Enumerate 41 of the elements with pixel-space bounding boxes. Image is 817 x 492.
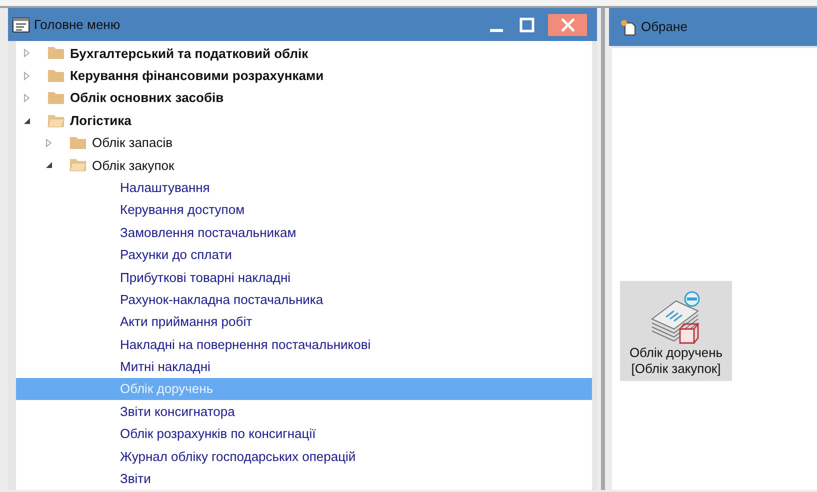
tree-folder[interactable]: Керування фінансовими розрахунками bbox=[70, 66, 324, 86]
menu-item[interactable]: Налаштування bbox=[16, 176, 592, 199]
menu-item[interactable]: Прибуткові товарні накладні bbox=[16, 266, 592, 288]
tree-folder[interactable]: Бухгалтерський та податковий облік bbox=[70, 44, 308, 64]
panel-title: Обране bbox=[641, 18, 688, 36]
menu-window-icon bbox=[12, 16, 30, 33]
menu-item[interactable]: Журнал обліку господарських операцій bbox=[16, 445, 592, 468]
folder-icon bbox=[47, 46, 65, 60]
maximize-button[interactable] bbox=[518, 16, 536, 34]
tile-label: Облік доручень bbox=[629, 345, 723, 361]
menu-item[interactable]: Рахунок-накладна постачальника bbox=[16, 288, 592, 311]
expand-arrow-icon[interactable] bbox=[22, 93, 32, 104]
expand-arrow-icon[interactable] bbox=[22, 70, 32, 81]
tree-folder[interactable]: Логістика bbox=[70, 110, 132, 130]
folder-icon bbox=[47, 91, 65, 106]
close-button[interactable] bbox=[548, 14, 587, 36]
collapse-arrow-icon[interactable] bbox=[22, 116, 32, 126]
collapse-arrow-icon[interactable] bbox=[44, 160, 54, 170]
tree-folder[interactable]: Облік основних засобів bbox=[70, 88, 224, 108]
expand-arrow-icon[interactable] bbox=[44, 138, 54, 148]
open-folder-icon bbox=[47, 114, 65, 128]
open-folder-icon bbox=[69, 158, 87, 172]
menu-item[interactable]: Звіти bbox=[16, 468, 592, 490]
shortcut-tile[interactable]: Облік доручень [Облік закупок] bbox=[620, 281, 732, 381]
menu-item[interactable]: Митні накладні bbox=[16, 356, 592, 378]
tree-folder[interactable]: Облік запасів bbox=[92, 133, 173, 153]
menu-item[interactable]: Замовлення постачальникам bbox=[16, 221, 592, 244]
menu-item[interactable]: Облік розрахунків по консигнації bbox=[16, 422, 592, 446]
window-title: Головне меню bbox=[34, 16, 122, 34]
menu-item[interactable]: Рахунки до сплати bbox=[16, 244, 592, 266]
menu-item[interactable]: Накладні на повернення постачальникові bbox=[16, 333, 592, 356]
tree-folder[interactable]: Облік закупок bbox=[92, 156, 174, 176]
menu-item[interactable]: Звіти консигнатора bbox=[16, 400, 592, 423]
close-icon bbox=[560, 18, 574, 32]
menu-item[interactable]: Керування доступом bbox=[16, 198, 592, 222]
tile-sublabel: [Облік закупок] bbox=[631, 361, 721, 377]
menu-item[interactable]: Акти приймання робіт bbox=[16, 310, 592, 334]
folder-icon bbox=[69, 136, 87, 150]
folder-icon bbox=[47, 68, 65, 83]
expand-arrow-icon[interactable] bbox=[22, 48, 32, 58]
star-document-icon bbox=[619, 18, 637, 36]
